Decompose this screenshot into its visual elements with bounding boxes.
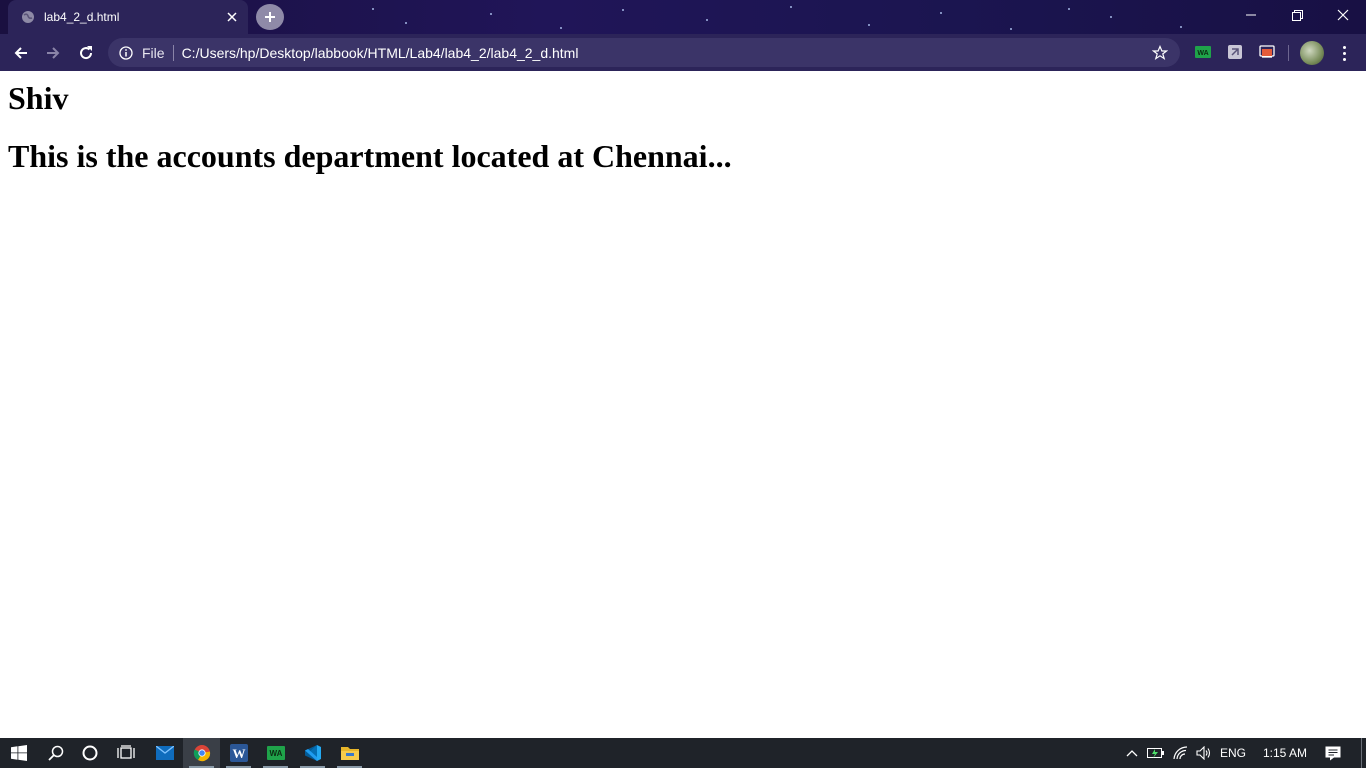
clock[interactable]: 1:15 AM <box>1256 738 1314 768</box>
task-view-icon[interactable] <box>107 738 144 768</box>
search-icon[interactable] <box>37 738 74 768</box>
page-heading-description: This is the accounts department located … <box>8 138 732 174</box>
word-icon[interactable]: W <box>220 738 257 768</box>
minimize-button[interactable] <box>1228 0 1274 30</box>
wifi-icon[interactable] <box>1171 738 1191 768</box>
svg-text:WA: WA <box>1197 50 1208 57</box>
bookmark-star-icon[interactable] <box>1150 43 1170 63</box>
action-center-icon[interactable] <box>1322 738 1344 768</box>
theme-star <box>372 8 374 10</box>
theme-star <box>1180 26 1182 28</box>
browser-titlebar: lab4_2_d.html <box>0 0 1366 34</box>
menu-kebab-icon[interactable] <box>1334 42 1354 64</box>
show-desktop-button[interactable] <box>1361 738 1366 768</box>
theme-star <box>868 24 870 26</box>
omnibox-divider <box>172 44 174 61</box>
volume-icon[interactable] <box>1194 738 1214 768</box>
scheme-chip[interactable]: File <box>142 45 165 61</box>
page-heading-name: Shiv <box>8 80 69 116</box>
windows-taskbar: W WA ENG 1:15 AM <box>0 738 1366 768</box>
extension-puzzle-icon[interactable] <box>1226 43 1244 61</box>
battery-charging-icon[interactable] <box>1146 738 1166 768</box>
theme-star <box>622 9 624 11</box>
new-tab-button[interactable] <box>256 4 284 30</box>
cast-icon[interactable] <box>1258 43 1276 61</box>
svg-text:W: W <box>232 746 245 761</box>
mail-icon[interactable] <box>146 738 183 768</box>
tab-title: lab4_2_d.html <box>44 10 120 24</box>
close-tab-icon[interactable] <box>222 7 242 27</box>
forward-button[interactable] <box>40 40 66 66</box>
vscode-icon[interactable] <box>294 738 331 768</box>
tray-chevron-up-icon[interactable] <box>1122 738 1142 768</box>
theme-star <box>1010 28 1012 30</box>
back-button[interactable] <box>8 40 34 66</box>
info-icon[interactable] <box>118 45 134 61</box>
language-indicator[interactable]: ENG <box>1216 738 1250 768</box>
page-viewport: Shiv This is the accounts department loc… <box>0 71 1366 738</box>
theme-star <box>1068 8 1070 10</box>
theme-star <box>706 19 708 21</box>
profile-avatar[interactable] <box>1300 41 1324 65</box>
file-explorer-icon[interactable] <box>331 738 368 768</box>
restore-button[interactable] <box>1274 0 1320 30</box>
globe-icon <box>20 9 36 25</box>
url-text[interactable]: C:/Users/hp/Desktop/labbook/HTML/Lab4/la… <box>182 45 1150 61</box>
cortana-icon[interactable] <box>71 738 108 768</box>
theme-star <box>490 13 492 15</box>
browser-toolbar: File C:/Users/hp/Desktop/labbook/HTML/La… <box>0 34 1366 71</box>
whatsapp-extension-icon[interactable]: WA <box>1194 43 1212 61</box>
theme-star <box>790 6 792 8</box>
svg-text:WA: WA <box>269 749 282 758</box>
start-icon[interactable] <box>0 738 37 768</box>
whatsapp-icon[interactable]: WA <box>257 738 294 768</box>
reload-button[interactable] <box>73 40 99 66</box>
theme-star <box>940 12 942 14</box>
chrome-icon[interactable] <box>183 738 220 768</box>
close-window-button[interactable] <box>1320 0 1366 30</box>
theme-star <box>1110 16 1112 18</box>
theme-star <box>405 22 407 24</box>
address-bar[interactable]: File C:/Users/hp/Desktop/labbook/HTML/La… <box>108 38 1180 67</box>
toolbar-divider <box>1288 45 1289 61</box>
theme-star <box>560 27 562 29</box>
browser-tab-active[interactable]: lab4_2_d.html <box>8 0 248 34</box>
